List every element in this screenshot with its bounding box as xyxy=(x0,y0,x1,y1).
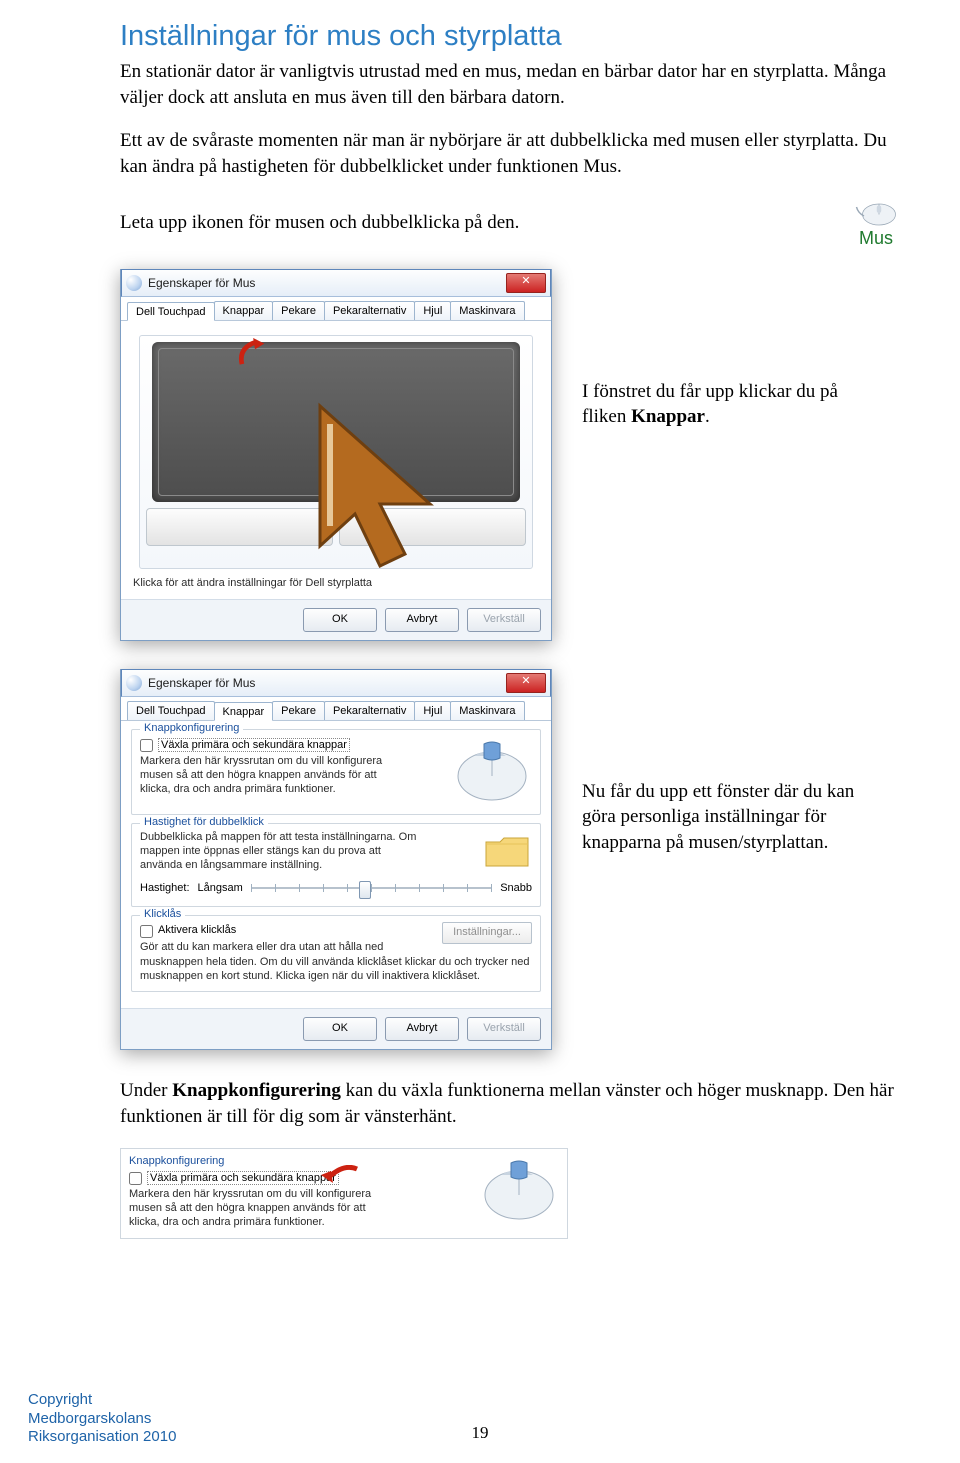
group-knappkonfigurering: Knappkonfigurering Växla primära och sek… xyxy=(131,729,541,815)
clicklock-description: Gör att du kan markera eller dra utan at… xyxy=(140,940,532,983)
group-legend: Knappkonfigurering xyxy=(140,722,243,734)
red-arrow-icon xyxy=(319,1165,359,1191)
caption-personal-settings: Nu får du upp ett fönster där du kan gör… xyxy=(582,779,882,856)
mouse-illustration-icon xyxy=(446,736,532,806)
tab-pekaralternativ[interactable]: Pekaralternativ xyxy=(324,301,415,320)
mouse-properties-dialog-2: Egenskaper för Mus ✕ Dell Touchpad Knapp… xyxy=(120,669,552,1051)
doubleclick-speed-slider[interactable] xyxy=(251,878,492,898)
tab-hjul[interactable]: Hjul xyxy=(414,701,451,720)
swap-buttons-description: Markera den här kryssrutan om du vill ko… xyxy=(140,754,410,797)
apply-button[interactable]: Verkställ xyxy=(467,608,541,632)
mouse-illustration-icon xyxy=(473,1155,559,1225)
mouse-icon xyxy=(852,198,900,228)
tab-maskinvara[interactable]: Maskinvara xyxy=(450,701,524,720)
speed-label: Hastighet: xyxy=(140,882,190,894)
section-heading: Inställningar för mus och styrplatta xyxy=(120,20,900,53)
close-icon[interactable]: ✕ xyxy=(506,273,546,293)
dialog-title-text: Egenskaper för Mus xyxy=(148,276,506,290)
speed-fast-label: Snabb xyxy=(500,882,532,894)
mouse-properties-dialog-1: Egenskaper för Mus ✕ Dell Touchpad Knapp… xyxy=(120,269,552,641)
dialog-titlebar: Egenskaper för Mus ✕ xyxy=(121,269,551,297)
enable-clicklock-label: Aktivera klicklås xyxy=(158,924,236,936)
speed-slow-label: Långsam xyxy=(198,882,243,894)
swap-buttons-checkbox[interactable] xyxy=(129,1172,142,1185)
tab-dell-touchpad[interactable]: Dell Touchpad xyxy=(127,302,215,321)
group-clicklock: Klicklås Inställningar... Aktivera klick… xyxy=(131,915,541,992)
tab-hjul[interactable]: Hjul xyxy=(414,301,451,320)
paragraph-doubleclick: Ett av de svåraste momenten när man är n… xyxy=(120,128,900,179)
dialog-title-text: Egenskaper för Mus xyxy=(148,676,506,690)
mus-icon-label: Mus xyxy=(859,228,893,249)
paragraph-intro: En stationär dator är vanligtvis utrusta… xyxy=(120,59,900,110)
dialog-tabs: Dell Touchpad Knappar Pekare Pekaraltern… xyxy=(121,697,551,721)
swap-buttons-description: Markera den här kryssrutan om du vill ko… xyxy=(129,1187,399,1230)
swap-buttons-checkbox[interactable] xyxy=(140,739,153,752)
swap-buttons-checkbox-label: Växla primära och sekundära knappar xyxy=(158,738,350,752)
folder-icon xyxy=(482,830,532,872)
doubleclick-description: Dubbelklicka på mappen för att testa ins… xyxy=(140,830,420,873)
dialog-titlebar: Egenskaper för Mus ✕ xyxy=(121,669,551,697)
group-legend: Hastighet för dubbelklick xyxy=(140,816,268,828)
ok-button[interactable]: OK xyxy=(303,608,377,632)
paragraph-knappkonfig: Under Knappkonfigurering kan du växla fu… xyxy=(120,1078,900,1129)
cancel-button[interactable]: Avbryt xyxy=(385,1017,459,1041)
dialog-title-icon xyxy=(126,275,142,291)
enable-clicklock-checkbox[interactable] xyxy=(140,925,153,938)
paragraph-icon: Leta upp ikonen för musen och dubbelklic… xyxy=(120,210,519,236)
tab-pekare[interactable]: Pekare xyxy=(272,701,325,720)
clicklock-settings-button[interactable]: Inställningar... xyxy=(442,922,532,944)
ok-button[interactable]: OK xyxy=(303,1017,377,1041)
tab-pekaralternativ[interactable]: Pekaralternativ xyxy=(324,701,415,720)
copyright-footer: Copyright Medborgarskolans Riksorganisat… xyxy=(28,1391,176,1447)
touchpad-right-button xyxy=(339,508,526,546)
caption-click-tab: I fönstret du får upp klickar du på flik… xyxy=(582,379,882,430)
knappkonfig-snippet: Knappkonfigurering Växla primära och sek… xyxy=(120,1148,568,1239)
dialog-hint-text: Klicka för att ändra inställningar för D… xyxy=(133,577,539,589)
tab-dell-touchpad[interactable]: Dell Touchpad xyxy=(127,701,215,720)
group-legend: Knappkonfigurering xyxy=(129,1155,224,1167)
group-legend: Klicklås xyxy=(140,908,185,920)
touchpad-left-button xyxy=(146,508,333,546)
group-doubleclick-speed: Hastighet för dubbelklick Dubbelklicka p… xyxy=(131,823,541,908)
cancel-button[interactable]: Avbryt xyxy=(385,608,459,632)
tab-maskinvara[interactable]: Maskinvara xyxy=(450,301,524,320)
swap-buttons-checkbox-label: Växla primära och sekundära knappar xyxy=(147,1171,339,1185)
dialog-title-icon xyxy=(126,675,142,691)
touchpad-preview xyxy=(139,335,533,569)
dialog-tabs: Dell Touchpad Knappar Pekare Pekaraltern… xyxy=(121,297,551,321)
tab-pekare[interactable]: Pekare xyxy=(272,301,325,320)
tab-knappar[interactable]: Knappar xyxy=(214,702,274,721)
close-icon[interactable]: ✕ xyxy=(506,673,546,693)
tab-knappar[interactable]: Knappar xyxy=(214,301,274,320)
apply-button[interactable]: Verkställ xyxy=(467,1017,541,1041)
page-number: 19 xyxy=(472,1423,489,1443)
